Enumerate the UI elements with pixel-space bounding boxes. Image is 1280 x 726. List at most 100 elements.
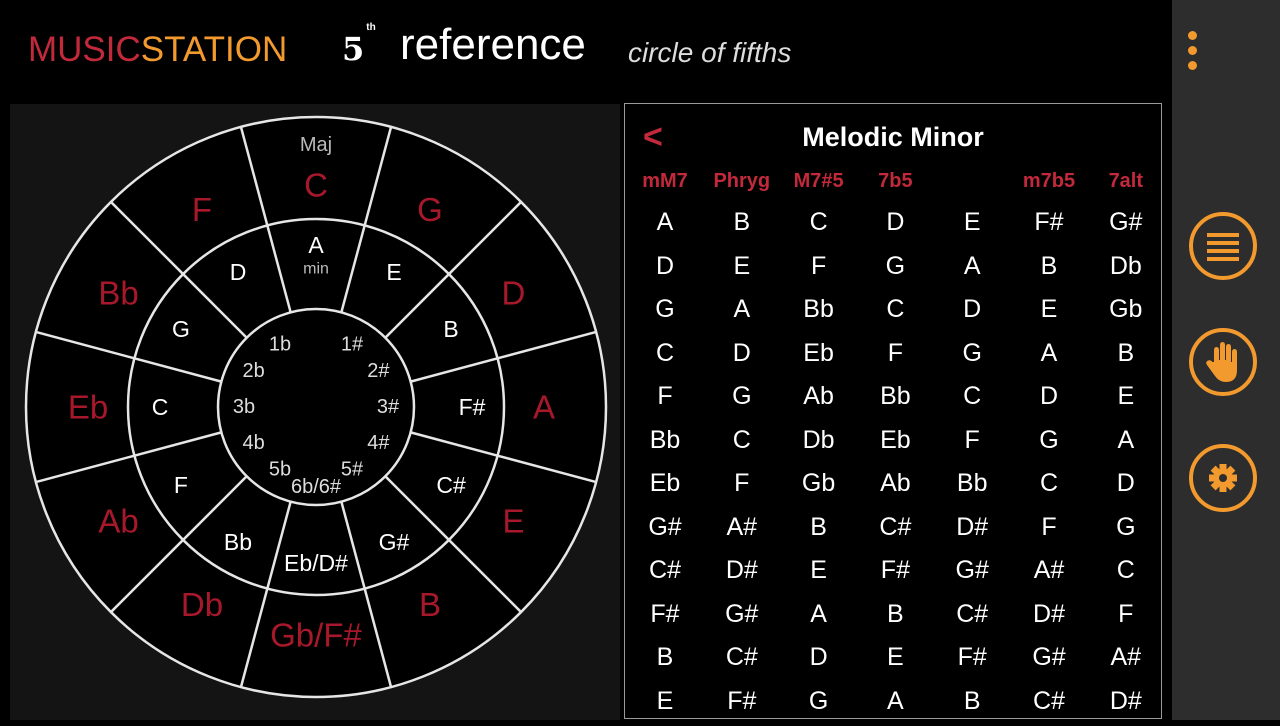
- gear-icon[interactable]: [1189, 444, 1257, 512]
- scale-note-grid: ABCDEF#G#DEFGABDbGABbCDEGbCDEbFGABFGAbBb…: [625, 204, 1161, 726]
- table-row: G#A#BC#D#FG: [625, 509, 1161, 553]
- note-cell: C: [1088, 556, 1164, 585]
- note-cell: E: [627, 687, 703, 716]
- note-cell: Bb: [627, 426, 703, 455]
- note-cell: F#: [704, 687, 780, 716]
- note-cell: D#: [1088, 687, 1164, 716]
- table-row: CDEbFGAB: [625, 335, 1161, 379]
- note-cell: A: [781, 600, 857, 629]
- note-cell: Bb: [934, 469, 1010, 498]
- table-row: GABbCDEGb: [625, 291, 1161, 335]
- major-key-label: B: [419, 586, 441, 623]
- note-cell: E: [1088, 382, 1164, 411]
- fifths-badge: 5th: [342, 30, 376, 68]
- key-signature-label: 2b: [243, 360, 265, 382]
- note-cell: C#: [934, 600, 1010, 629]
- table-row: F#G#ABC#D#F: [625, 596, 1161, 640]
- note-cell: A: [934, 252, 1010, 281]
- note-cell: A: [704, 295, 780, 324]
- key-signature-label: 5b: [269, 458, 291, 480]
- note-cell: D#: [1011, 600, 1087, 629]
- badge-number: 5: [342, 30, 364, 68]
- note-cell: B: [1011, 252, 1087, 281]
- note-cell: B: [1088, 339, 1164, 368]
- minor-key-label: A: [308, 232, 324, 258]
- note-cell: Bb: [781, 295, 857, 324]
- note-cell: Gb: [781, 469, 857, 498]
- key-signature-label: 5#: [341, 458, 364, 480]
- mode-header: 7alt: [1088, 170, 1164, 193]
- note-cell: C#: [704, 643, 780, 672]
- note-cell: Db: [781, 426, 857, 455]
- note-cell: Ab: [781, 382, 857, 411]
- note-cell: Bb: [857, 382, 933, 411]
- note-cell: E: [857, 643, 933, 672]
- major-key-label: C: [304, 167, 328, 204]
- minor-key-label: Eb/D#: [284, 550, 348, 576]
- minor-key-label: B: [443, 316, 458, 342]
- table-row: ABCDEF#G#: [625, 204, 1161, 248]
- mode-header: M7#5: [781, 170, 857, 193]
- note-cell: F: [781, 252, 857, 281]
- major-label: Maj: [300, 134, 332, 156]
- note-cell: D#: [704, 556, 780, 585]
- major-key-label: E: [502, 503, 524, 540]
- note-cell: D: [1011, 382, 1087, 411]
- circle-of-fifths-wheel: CGDAEBGb/F#DbAbEbBbFMajAEBF#C#G#Eb/D#BbF…: [10, 104, 620, 720]
- note-cell: G: [1088, 513, 1164, 542]
- note-cell: F: [857, 339, 933, 368]
- major-key-label: A: [533, 389, 555, 426]
- note-cell: D: [781, 643, 857, 672]
- note-cell: A#: [704, 513, 780, 542]
- mode-header: Phryg: [704, 170, 780, 193]
- table-row: DEFGABDb: [625, 248, 1161, 292]
- minor-key-label: Bb: [224, 529, 252, 555]
- note-cell: G: [857, 252, 933, 281]
- note-cell: D: [1088, 469, 1164, 498]
- note-cell: D: [857, 208, 933, 237]
- note-cell: B: [934, 687, 1010, 716]
- note-cell: E: [1011, 295, 1087, 324]
- mode-header: mM7: [627, 170, 703, 193]
- note-cell: F: [704, 469, 780, 498]
- hand-icon[interactable]: [1189, 328, 1257, 396]
- note-cell: E: [934, 208, 1010, 237]
- minor-key-label: F#: [459, 394, 486, 420]
- note-cell: G#: [934, 556, 1010, 585]
- note-cell: G#: [1088, 208, 1164, 237]
- note-cell: F: [934, 426, 1010, 455]
- note-cell: D#: [934, 513, 1010, 542]
- note-cell: A#: [1088, 643, 1164, 672]
- mode-header-row: mM7PhrygM7#57b5 m7b57alt: [625, 170, 1161, 196]
- note-cell: C: [934, 382, 1010, 411]
- minor-key-label: C: [152, 394, 169, 420]
- major-key-label: D: [502, 275, 526, 312]
- mode-header: m7b5: [1011, 170, 1087, 193]
- scale-table-panel: < Melodic Minor mM7PhrygM7#57b5m7b57alt …: [624, 103, 1162, 719]
- list-icon[interactable]: [1189, 212, 1257, 280]
- major-key-label: G: [417, 191, 443, 228]
- key-signature-label: 2#: [367, 360, 390, 382]
- note-cell: G: [934, 339, 1010, 368]
- note-cell: C#: [627, 556, 703, 585]
- brand-station: STATION: [141, 30, 287, 69]
- note-cell: E: [704, 252, 780, 281]
- note-cell: B: [857, 600, 933, 629]
- note-cell: G: [781, 687, 857, 716]
- note-cell: D: [704, 339, 780, 368]
- badge-suffix: th: [366, 22, 375, 33]
- note-cell: A#: [1011, 556, 1087, 585]
- note-cell: E: [781, 556, 857, 585]
- major-key-label: Db: [181, 586, 223, 623]
- note-cell: G#: [627, 513, 703, 542]
- mode-header: 7b5: [857, 170, 933, 193]
- note-cell: D: [627, 252, 703, 281]
- major-key-label: Gb/F#: [270, 617, 362, 654]
- more-icon[interactable]: [1182, 28, 1206, 74]
- note-cell: B: [704, 208, 780, 237]
- major-key-label: Bb: [98, 275, 138, 312]
- app-logo: MUSICSTATION: [28, 30, 287, 70]
- table-row: BC#DEF#G#A#: [625, 639, 1161, 683]
- note-cell: Eb: [627, 469, 703, 498]
- app-header: MUSICSTATION 5th reference circle of fif…: [0, 0, 1172, 100]
